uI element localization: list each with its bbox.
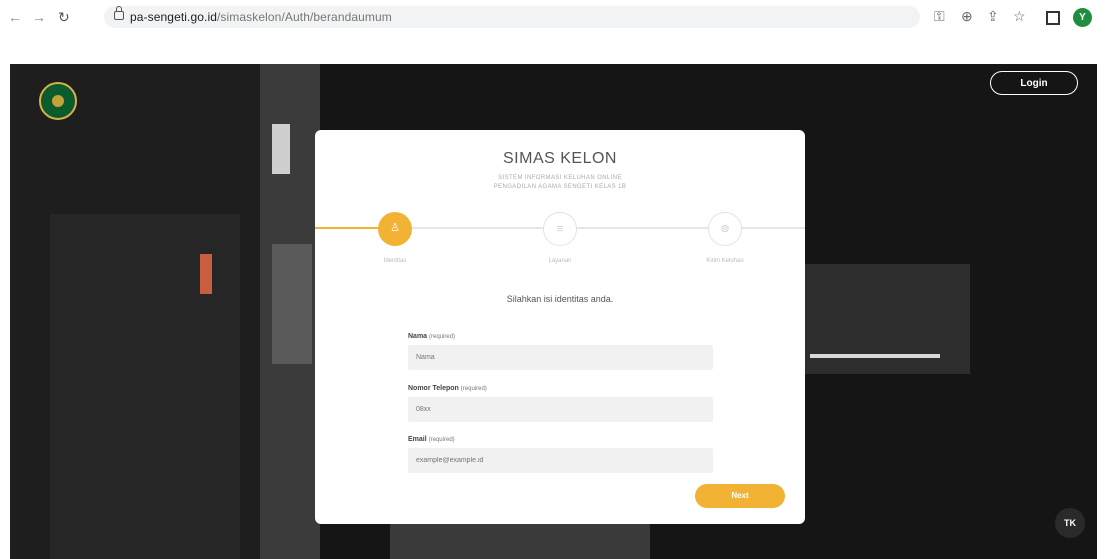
bookmark-star-icon[interactable]: ☆ bbox=[1013, 8, 1026, 25]
bg-red-light bbox=[200, 254, 212, 294]
list-icon: ≡ bbox=[556, 223, 564, 235]
app-title: SIMAS KELON bbox=[503, 150, 617, 167]
url-path: /simaskelon/Auth/berandaumum bbox=[217, 10, 392, 24]
lock-icon[interactable] bbox=[114, 6, 124, 20]
back-icon[interactable]: ← bbox=[8, 9, 22, 25]
zoom-icon[interactable]: ⊕ bbox=[961, 8, 973, 25]
next-button[interactable]: Next bbox=[695, 484, 785, 508]
name-required-note: (required) bbox=[429, 334, 456, 340]
name-label: Nama (required) bbox=[408, 333, 455, 340]
form-instructions: Silahkan isi identitas anda. bbox=[506, 294, 614, 304]
step-label-layanan: Layanan bbox=[548, 258, 572, 264]
bg-rails bbox=[390, 524, 650, 559]
step-kirim-keluhan: ⊚ bbox=[708, 212, 742, 246]
app-subtitle-line2: PENGADILAN AGAMA SENGETI KELAS 1B bbox=[493, 184, 627, 190]
step-identitas: ♙ bbox=[378, 212, 412, 246]
bg-right-stripe bbox=[810, 354, 940, 358]
login-button[interactable]: Login bbox=[990, 71, 1078, 95]
court-logo[interactable] bbox=[39, 82, 77, 120]
send-icon: ⊚ bbox=[720, 223, 730, 235]
reload-icon[interactable]: ↻ bbox=[58, 9, 70, 26]
url-host: pa-sengeti.go.id bbox=[130, 10, 217, 24]
email-label-text: Email bbox=[408, 436, 427, 443]
complaint-form-card: SIMAS KELON SISTEM INFORMASI KELUHAN ONL… bbox=[315, 130, 805, 524]
name-label-text: Nama bbox=[408, 333, 428, 340]
user-icon: ♙ bbox=[390, 222, 400, 234]
address-bar[interactable]: pa-sengeti.go.id/simaskelon/Auth/beranda… bbox=[104, 6, 920, 28]
name-input[interactable] bbox=[408, 345, 713, 370]
email-required-note: (required) bbox=[428, 437, 455, 443]
side-panel-icon[interactable] bbox=[1046, 11, 1060, 25]
step-layanan: ≡ bbox=[543, 212, 577, 246]
phone-input[interactable] bbox=[408, 397, 713, 422]
share-icon[interactable]: ⇪ bbox=[987, 8, 999, 25]
bg-window-lower bbox=[272, 244, 312, 364]
step-label-kirim-keluhan: Kirim Keluhan bbox=[706, 258, 744, 264]
app-subtitle-line1: SISTEM INFORMASI KELUHAN ONLINE bbox=[498, 175, 622, 181]
phone-label: Nomor Telepon (required) bbox=[408, 385, 487, 392]
hero-background: Login SIMAS KELON SISTEM INFORMASI KELUH… bbox=[10, 64, 1097, 559]
step-label-identitas: Identitas bbox=[383, 258, 407, 264]
bg-window bbox=[272, 124, 290, 174]
email-input[interactable] bbox=[408, 448, 713, 473]
tk-widget-button[interactable]: TK bbox=[1055, 508, 1085, 538]
profile-avatar[interactable]: Y bbox=[1073, 8, 1092, 27]
email-label: Email (required) bbox=[408, 436, 455, 443]
key-icon[interactable]: ⚿ bbox=[934, 8, 945, 25]
url-text[interactable]: pa-sengeti.go.id/simaskelon/Auth/beranda… bbox=[130, 10, 392, 24]
phone-label-text: Nomor Telepon bbox=[408, 385, 459, 392]
forward-icon[interactable]: → bbox=[32, 9, 46, 25]
browser-toolbar: ← → ↻ pa-sengeti.go.id/simaskelon/Auth/b… bbox=[0, 0, 1107, 36]
phone-required-note: (required) bbox=[460, 386, 487, 392]
